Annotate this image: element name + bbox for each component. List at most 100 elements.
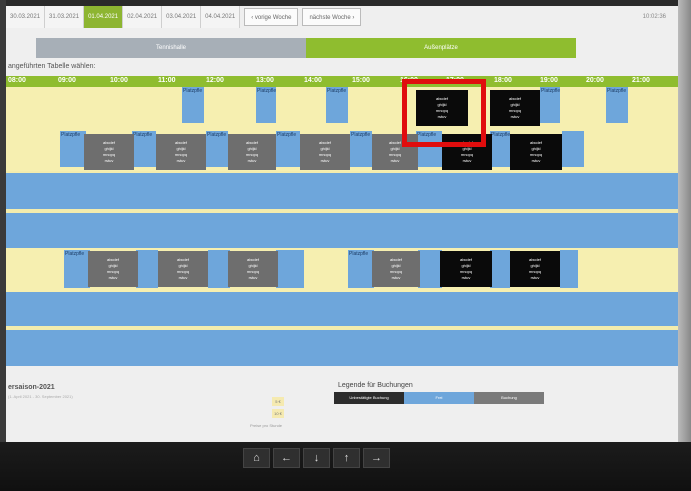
booking-line: rstuv [178,275,188,280]
maintenance-slot[interactable] [276,250,304,288]
price-note: Preise pro Stunde [250,423,283,428]
booking-unconfirmed[interactable]: abcdef ghijkl mnopq rstuv [510,251,560,287]
maintenance-slot[interactable]: Platzpfle [64,250,90,288]
court-row-7[interactable] [6,330,678,366]
view-toggle: Tennishalle Außenplätze [36,38,576,58]
clock: 10:02:36 [642,14,666,20]
slot-label: Platzpfle [257,88,277,94]
date-tabs: 30.03.2021 31.03.2021 01.04.2021 02.04.2… [6,6,362,28]
time-label: 21:00 [632,77,650,84]
arrow-up-icon[interactable]: ↑ [333,448,360,468]
court-row-4[interactable] [6,213,678,248]
booking-line: rstuv [390,158,400,163]
legend: Unbestätigte Buchung Frei Buchung [334,392,544,404]
slot-label: Platzpfle [351,132,371,138]
season-title: ersaison-2021 [8,384,55,391]
booking-confirmed[interactable]: abcdef ghijkl mnopq rstuv [300,134,350,170]
maintenance-slot[interactable]: Platzpfle [182,87,204,123]
booking-line: rstuv [461,275,471,280]
legend-booked: Buchung [474,392,544,404]
maintenance-slot[interactable]: Platzpfle [348,250,374,288]
maintenance-slot[interactable]: Platzpfle [540,87,560,123]
booking-unconfirmed[interactable]: abcdef ghijkl mnopq rstuv [490,90,540,126]
home-icon[interactable]: ⌂ [243,448,270,468]
time-label: 19:00 [540,77,558,84]
season-subtitle: (1. April 2021 - 30. September 2021) [8,394,73,399]
slot-label: Platzpfle [61,132,81,138]
next-week-button[interactable]: nächste Woche › [302,8,362,26]
legend-title: Legende für Buchungen [338,382,413,389]
bottom-nav: ⌂ ← ↓ ↑ → [243,448,390,468]
price-box: 10 € [272,409,284,418]
slot-label: Platzpfle [65,251,85,257]
maintenance-slot[interactable] [208,250,230,288]
time-label: 15:00 [352,77,370,84]
booking-confirmed[interactable]: abcdef ghijkl mnopq rstuv [372,251,420,287]
slot-label: Platzpfle [277,132,297,138]
booking-unconfirmed[interactable]: abcdef ghijkl mnopq rstuv [440,251,492,287]
booking-line: rstuv [510,114,520,119]
date-tab[interactable]: 30.03.2021 [6,6,46,28]
booking-line: rstuv [247,158,257,163]
court-row-3[interactable] [6,173,678,209]
maintenance-slot[interactable] [560,250,578,288]
slot-label: Platzpfle [607,88,627,94]
next-week-label: nächste Woche [309,15,351,21]
time-label: 11:00 [158,77,176,84]
booking-confirmed[interactable]: abcdef ghijkl mnopq rstuv [88,251,138,287]
prev-week-button[interactable]: ‹ vorige Woche [244,8,299,26]
arrow-down-icon[interactable]: ↓ [303,448,330,468]
legend-free: Frei [404,392,474,404]
maintenance-slot[interactable] [490,250,510,288]
maintenance-slot[interactable]: Platzpfle [606,87,628,123]
slot-label: Platzpfle [349,251,369,257]
court-row-6[interactable] [6,292,678,326]
booking-confirmed[interactable]: abcdef ghijkl mnopq rstuv [228,134,276,170]
booking-confirmed[interactable]: abcdef ghijkl mnopq rstuv [156,134,206,170]
date-tab[interactable]: 02.04.2021 [123,6,163,28]
time-label: 18:00 [494,77,512,84]
booking-line: rstuv [531,158,541,163]
legend-unconfirmed: Unbestätigte Buchung [334,392,404,404]
tennishalle-button[interactable]: Tennishalle [36,38,306,58]
maintenance-slot[interactable]: Platzpfle [206,131,228,167]
slot-label: Platzpfle [541,88,561,94]
time-label: 12:00 [206,77,224,84]
booking-line: rstuv [248,275,258,280]
date-tab[interactable]: 04.04.2021 [201,6,241,28]
booking-confirmed[interactable]: abcdef ghijkl mnopq rstuv [228,251,278,287]
date-tab[interactable]: 31.03.2021 [45,6,85,28]
aussenplaetze-button[interactable]: Außenplätze [306,38,576,58]
booking-unconfirmed[interactable]: abcdef ghijkl mnopq rstuv [510,134,562,170]
maintenance-slot[interactable] [418,250,442,288]
selection-highlight [402,79,486,147]
time-label: 08:00 [8,77,26,84]
arrow-left-icon[interactable]: ← [273,448,300,468]
slot-label: Platzpfle [491,132,511,138]
maintenance-slot[interactable]: Platzpfle [276,131,300,167]
arrow-right-icon[interactable]: → [363,448,390,468]
time-label: 09:00 [58,77,76,84]
maintenance-slot[interactable]: Platzpfle [256,87,276,123]
maintenance-slot[interactable]: Platzpfle [132,131,156,167]
price-box: 5 € [272,397,284,406]
date-tab[interactable]: 03.04.2021 [162,6,202,28]
slot-label: Platzpfle [207,132,227,138]
time-label: 10:00 [110,77,128,84]
booking-line: rstuv [176,158,186,163]
table-title: angeführten Tabelle wählen: [8,63,96,70]
time-header: 08:00 09:00 10:00 11:00 12:00 13:00 14:0… [6,76,678,87]
slot-label: Platzpfle [183,88,203,94]
booking-confirmed[interactable]: abcdef ghijkl mnopq rstuv [158,251,208,287]
maintenance-slot[interactable] [136,250,158,288]
booking-confirmed[interactable]: abcdef ghijkl mnopq rstuv [84,134,134,170]
time-label: 13:00 [256,77,274,84]
maintenance-slot[interactable]: Platzpfle [490,131,510,167]
maintenance-slot[interactable]: Platzpfle [60,131,86,167]
booking-line: rstuv [530,275,540,280]
maintenance-slot[interactable] [562,131,584,167]
maintenance-slot[interactable]: Platzpfle [326,87,348,123]
booking-line: rstuv [391,275,401,280]
date-tab-active[interactable]: 01.04.2021 [84,6,124,28]
maintenance-slot[interactable]: Platzpfle [350,131,372,167]
